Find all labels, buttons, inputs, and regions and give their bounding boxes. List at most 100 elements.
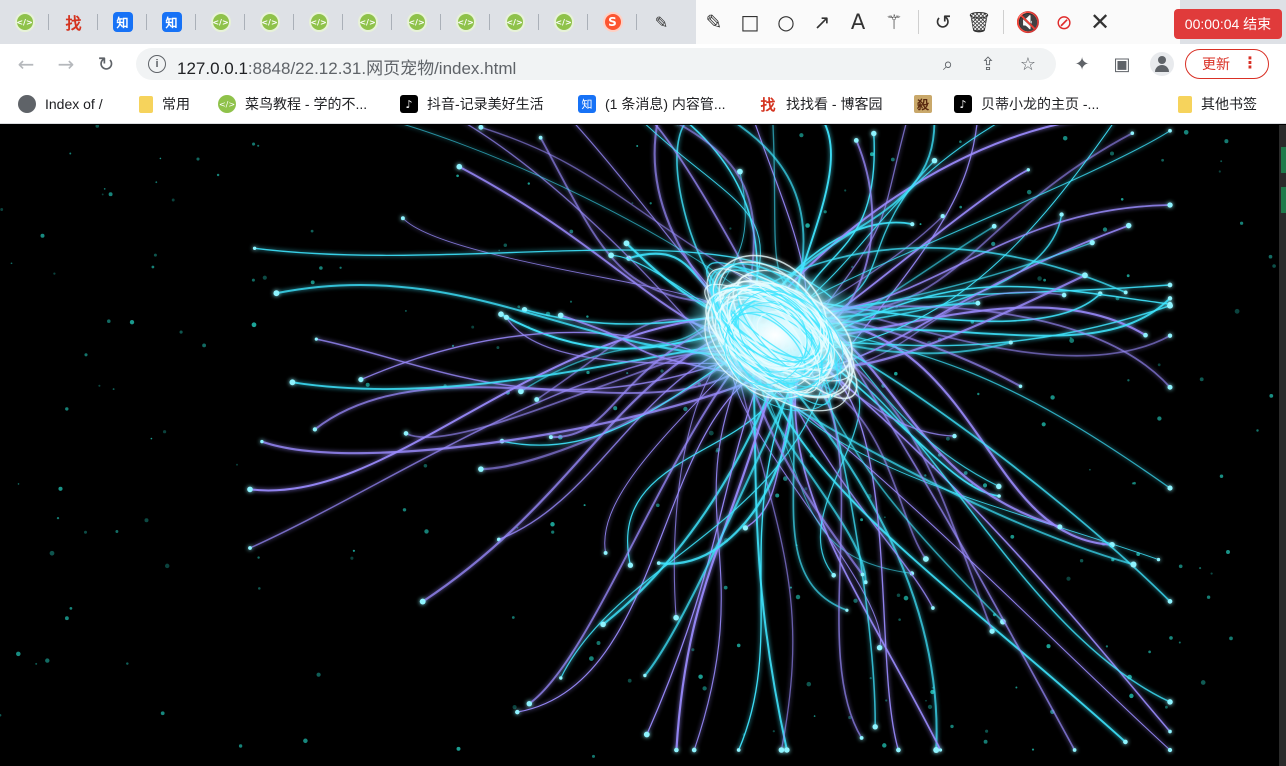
browser-tab[interactable]: 知 bbox=[147, 0, 196, 44]
screen-annotation-toolbar: ✎ □ ○ ↗ A ⚚ ↺ 🗑 🔇 ⊘ ✕ bbox=[696, 0, 1180, 44]
browser-tab[interactable]: </> bbox=[441, 0, 490, 44]
tendril-tip bbox=[1057, 524, 1063, 530]
particle bbox=[959, 140, 962, 143]
particle bbox=[316, 672, 321, 677]
forward-button[interactable]: → bbox=[52, 50, 80, 78]
trash-icon[interactable]: 🗑 bbox=[961, 0, 997, 44]
tendril-tip bbox=[498, 311, 504, 318]
pencil-icon[interactable]: ✎ bbox=[696, 0, 732, 44]
bookmark-item[interactable]: ♪ 抖音-记录美好生活 bbox=[400, 94, 544, 114]
browser-tab[interactable]: 知 bbox=[98, 0, 147, 44]
particle bbox=[963, 471, 968, 475]
rectangle-icon[interactable]: □ bbox=[732, 0, 768, 44]
particle bbox=[339, 266, 342, 269]
speaker-muted-icon[interactable]: 🔇 bbox=[1010, 0, 1046, 44]
address-bar-actions: ⌕ ⇪ ☆ bbox=[928, 50, 1048, 78]
extensions-icon[interactable]: ✦ bbox=[1068, 50, 1096, 78]
tendril bbox=[821, 132, 1134, 314]
particle bbox=[1105, 645, 1109, 648]
side-panel-icon[interactable]: ▣ bbox=[1108, 50, 1136, 78]
stop-recording-button[interactable]: 00:00:04 结束 bbox=[1174, 9, 1282, 39]
particle bbox=[991, 241, 996, 246]
particle bbox=[959, 205, 963, 209]
browser-tab[interactable]: </> bbox=[294, 0, 343, 44]
browser-tab[interactable]: </> bbox=[539, 0, 588, 44]
particle bbox=[1226, 550, 1230, 554]
tendril-tip bbox=[996, 483, 1002, 490]
tendril-tip bbox=[643, 673, 647, 678]
particle bbox=[65, 407, 69, 411]
close-icon[interactable]: ✕ bbox=[1082, 0, 1118, 44]
update-button[interactable]: 更新 ⋮ bbox=[1185, 49, 1269, 79]
particle bbox=[1010, 534, 1015, 539]
text-icon[interactable]: A bbox=[840, 0, 876, 44]
url-path: :8848/22.12.31.网页宠物/index.html bbox=[247, 59, 517, 78]
menu-dots-icon[interactable]: ⋮ bbox=[1242, 53, 1258, 73]
bookmark-item[interactable]: ♪ 贝蒂小龙的主页 -... bbox=[954, 94, 1099, 114]
particle bbox=[1043, 278, 1046, 282]
tendril-tip bbox=[1130, 561, 1137, 568]
browser-tab[interactable]: ✎ bbox=[637, 0, 686, 44]
magic-wand-icon[interactable]: ⚚ bbox=[876, 0, 912, 44]
browser-tab[interactable]: </> bbox=[0, 0, 49, 44]
back-button[interactable]: ← bbox=[12, 50, 40, 78]
particle bbox=[983, 739, 988, 744]
particle bbox=[1102, 227, 1108, 232]
particle bbox=[69, 152, 72, 155]
reload-button[interactable]: ↻ bbox=[92, 50, 120, 78]
address-bar[interactable]: i 127.0.0.1:8848/22.12.31.网页宠物/index.htm… bbox=[136, 48, 1056, 80]
browser-tab[interactable]: </> bbox=[392, 0, 441, 44]
site-info-icon[interactable]: i bbox=[148, 55, 166, 73]
browser-tab[interactable]: </> bbox=[343, 0, 392, 44]
profile-avatar[interactable] bbox=[1150, 52, 1174, 76]
browser-tab[interactable]: </> bbox=[196, 0, 245, 44]
bookmark-item[interactable]: 殺 bbox=[914, 94, 941, 114]
particle bbox=[257, 556, 260, 559]
browser-tab[interactable]: </> bbox=[490, 0, 539, 44]
browser-tab[interactable]: 找 bbox=[49, 0, 98, 44]
undo-icon[interactable]: ↺ bbox=[925, 0, 961, 44]
tendril-tip bbox=[252, 246, 257, 251]
zoom-icon[interactable]: ⌕ bbox=[928, 50, 968, 78]
url-text[interactable]: 127.0.0.1:8848/22.12.31.网页宠物/index.html bbox=[177, 54, 516, 79]
bookmark-item[interactable]: 常用 bbox=[139, 94, 190, 114]
tab-list: </> 找 知 知 </> </> </> </> </> </> </> </> S ✎ bbox=[0, 0, 686, 44]
particle bbox=[216, 173, 220, 177]
arrow-icon[interactable]: ↗ bbox=[804, 0, 840, 44]
bookmark-item[interactable]: 其他书签 bbox=[1178, 94, 1257, 114]
tendril-tip bbox=[1061, 292, 1067, 298]
particle bbox=[1041, 422, 1046, 427]
mic-muted-icon[interactable]: ⊘ bbox=[1046, 0, 1082, 44]
tendril-tip bbox=[1167, 599, 1173, 604]
tendril-tip bbox=[860, 572, 865, 577]
tendril-tip bbox=[400, 216, 405, 221]
particle bbox=[903, 595, 909, 601]
browser-tab[interactable]: </> bbox=[245, 0, 294, 44]
share-icon[interactable]: ⇪ bbox=[968, 50, 1008, 78]
bookmark-item[interactable]: Index of / bbox=[18, 94, 103, 114]
browser-tab[interactable]: S bbox=[588, 0, 637, 44]
particle bbox=[1127, 379, 1130, 382]
bookmark-item[interactable]: 找找找看 - 博客园 bbox=[759, 94, 882, 114]
tendril-tip bbox=[312, 427, 318, 432]
bookmark-star-icon[interactable]: ☆ bbox=[1008, 50, 1048, 78]
particle bbox=[649, 202, 652, 205]
tendril-tip bbox=[952, 433, 957, 439]
bookmark-label: 菜鸟教程 - 学的不... bbox=[245, 96, 368, 112]
bookmark-item[interactable]: </> 菜鸟教程 - 学的不... bbox=[218, 94, 367, 114]
particle bbox=[179, 330, 183, 334]
particle bbox=[64, 616, 69, 621]
particle bbox=[813, 715, 816, 717]
tendril-tip bbox=[975, 300, 981, 306]
particle bbox=[985, 729, 989, 733]
tendril-tip bbox=[1008, 340, 1013, 345]
particle bbox=[772, 730, 775, 733]
page-canvas[interactable] bbox=[0, 125, 1279, 766]
bookmark-item[interactable]: 知 (1 条消息) 内容管... bbox=[578, 94, 726, 114]
tendril-tip bbox=[1059, 212, 1064, 217]
particle bbox=[884, 516, 886, 519]
tendril-tip bbox=[515, 709, 520, 715]
circle-icon[interactable]: ○ bbox=[768, 0, 804, 44]
particle bbox=[1178, 564, 1183, 569]
particle bbox=[53, 272, 56, 275]
